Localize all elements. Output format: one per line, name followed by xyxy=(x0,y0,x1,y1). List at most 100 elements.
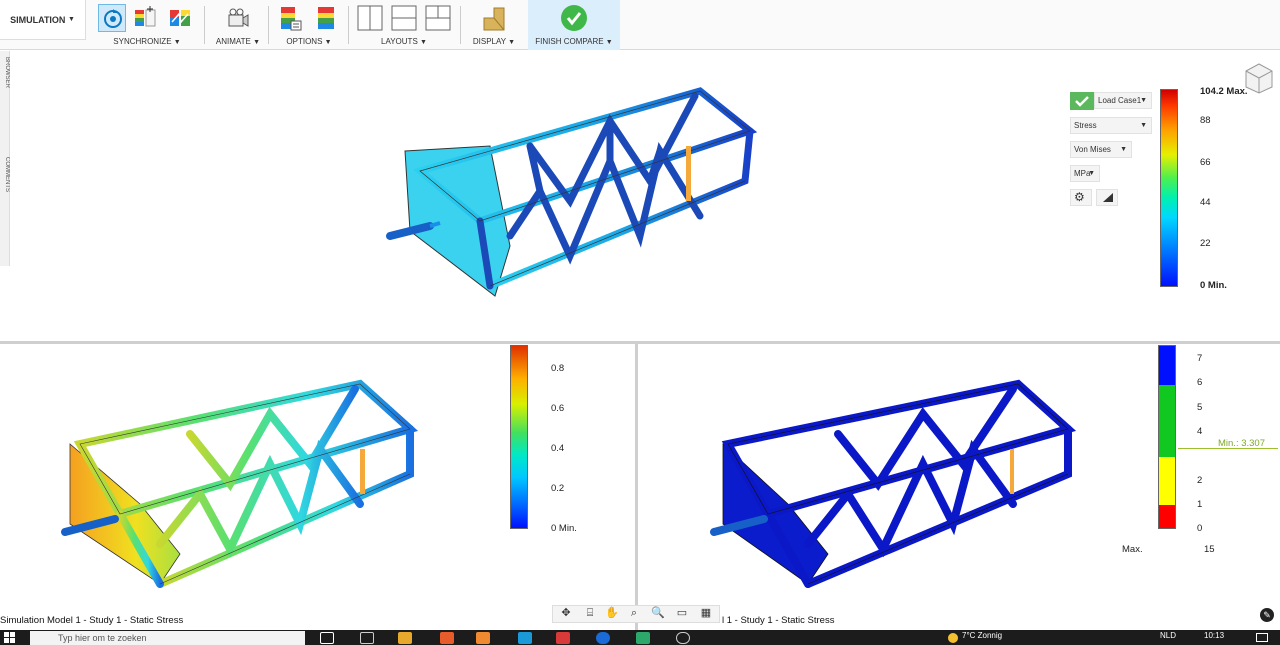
layout-three-icon xyxy=(425,5,451,31)
legend-band-red xyxy=(1158,505,1176,529)
display-settings-icon xyxy=(483,7,505,31)
synchronize-label: SYNCHRONIZE xyxy=(113,37,172,46)
animate-button[interactable] xyxy=(224,4,252,32)
legend-probe-button[interactable] xyxy=(1096,189,1118,206)
workspace-selector[interactable]: SIMULATION ▼ xyxy=(0,0,86,40)
chevron-down-icon: ▼ xyxy=(1120,146,1127,153)
legend-band-green xyxy=(1158,385,1176,457)
toolbar-separator xyxy=(268,6,269,44)
legend-tick: 66 xyxy=(1200,157,1211,168)
stress-legend-bar xyxy=(1160,89,1178,287)
browser-icon[interactable] xyxy=(596,632,610,644)
probe-icon xyxy=(1103,193,1113,202)
toolbar: SIMULATION ▼ SYNCHRONIZE ▼ ANIMATE ▼ OPT… xyxy=(0,0,1280,50)
right-viewport-caption: l 1 - Study 1 - Static Stress xyxy=(722,615,835,626)
notifications-icon[interactable] xyxy=(1256,633,1268,642)
firefox-icon[interactable] xyxy=(440,632,454,644)
search-icon[interactable] xyxy=(320,632,334,644)
color-bar-icon xyxy=(318,7,334,29)
legend-tick: 6 xyxy=(1197,377,1203,388)
display-button[interactable] xyxy=(480,4,508,32)
legend-band-blue xyxy=(1158,345,1176,385)
pdf-icon[interactable] xyxy=(556,632,570,644)
orbit-icon[interactable]: ✥ xyxy=(555,606,577,620)
fit-zoom-icon[interactable]: 🔍 xyxy=(647,606,669,620)
windows-start-icon[interactable] xyxy=(4,632,16,644)
options-label: OPTIONS xyxy=(286,37,323,46)
layout-vertical-icon xyxy=(357,5,383,31)
gear-icon: ⚙ xyxy=(1074,190,1085,204)
layout-horizontal-split-button[interactable] xyxy=(390,4,418,32)
stress-component-dropdown[interactable]: Von Mises ▼ xyxy=(1070,141,1132,158)
zoom-icon[interactable]: ⌕ xyxy=(623,606,645,620)
truss-model-bottom-right xyxy=(710,379,1077,588)
unit-dropdown[interactable]: MPa ▼ xyxy=(1070,165,1100,182)
legend-tick: 0 xyxy=(1197,523,1203,534)
options-colors-button[interactable] xyxy=(312,4,340,32)
viewport-top[interactable]: Load Case1 ▼ Stress ▼ Von Mises ▼ MPa ▼ ⚙ 10… xyxy=(10,51,1280,341)
legend-settings-button[interactable]: ⚙ xyxy=(1070,189,1092,206)
synchronize-legend-button[interactable] xyxy=(131,4,159,32)
legend-max-label: 104.2 Max. xyxy=(1200,86,1248,97)
fusion-app-icon[interactable] xyxy=(476,632,490,644)
language-indicator[interactable]: NLD xyxy=(1160,631,1176,640)
toolbar-separator xyxy=(204,6,205,44)
side-panel: BROWSER COMMENTS xyxy=(0,51,10,266)
drive-icon[interactable] xyxy=(636,632,650,644)
legend-tick: 44 xyxy=(1200,197,1211,208)
video-camera-icon xyxy=(228,8,249,27)
legend-tick: 0.6 xyxy=(551,403,565,414)
viewport-bottom-right[interactable]: 7 6 5 4 Min.: 3.307 2 1 0 Max. 15 l 1 - … xyxy=(638,344,1280,630)
legend-tick: 1 xyxy=(1197,499,1203,510)
finish-compare-label: FINISH COMPARE xyxy=(535,37,604,46)
app-icon[interactable] xyxy=(518,632,532,644)
chevron-down-icon: ▼ xyxy=(1140,122,1147,129)
legend-tick: 5 xyxy=(1197,402,1203,413)
layout-vertical-split-button[interactable] xyxy=(356,4,384,32)
weather-text[interactable]: 7°C Zonnig xyxy=(962,631,1002,640)
toolbar-separator xyxy=(460,6,461,44)
file-explorer-icon[interactable] xyxy=(398,632,412,644)
accept-load-case-button[interactable] xyxy=(1070,92,1094,110)
legend-tick: 22 xyxy=(1200,238,1211,249)
load-case-dropdown[interactable]: Load Case1 ▼ xyxy=(1094,92,1152,109)
legend-tick: 2 xyxy=(1197,475,1203,486)
synchronize-camera-button[interactable] xyxy=(98,4,126,32)
legend-tick: 0.2 xyxy=(551,483,565,494)
camera-sync-icon xyxy=(104,9,122,28)
grid-settings-icon[interactable]: ▦ xyxy=(695,606,717,620)
navigation-toolbar: ✥ ⌸ ✋ ⌕ 🔍 ▭ ▦ xyxy=(552,605,720,623)
display-group: DISPLAY ▼ xyxy=(464,0,524,50)
taskbar-search-input[interactable]: Typ hier om te zoeken xyxy=(30,631,305,645)
legend-max-value: 15 xyxy=(1204,544,1215,555)
legend-sync-icon xyxy=(135,6,156,27)
synchronize-results-button[interactable] xyxy=(166,4,194,32)
look-at-icon[interactable]: ⌸ xyxy=(579,606,601,620)
clock-time[interactable]: 10:13 xyxy=(1204,631,1224,640)
comments-tab[interactable]: COMMENTS xyxy=(0,157,10,192)
finish-compare-button[interactable]: FINISH COMPARE ▼ xyxy=(528,0,620,50)
layouts-group: LAYOUTS ▼ xyxy=(352,0,456,50)
legend-tick: 7 xyxy=(1197,353,1203,364)
display-settings-icon[interactable]: ▭ xyxy=(671,606,693,620)
info-icon[interactable]: ✎ xyxy=(1260,608,1274,622)
settings-icon[interactable] xyxy=(676,632,690,644)
legend-min-marker: Min.: 3.307 xyxy=(1218,438,1265,449)
workspace-label: SIMULATION xyxy=(10,14,66,25)
layout-horizontal-icon xyxy=(391,5,417,31)
browser-tab[interactable]: BROWSER xyxy=(0,57,10,88)
options-legend-button[interactable] xyxy=(276,4,304,32)
pan-hand-icon[interactable]: ✋ xyxy=(601,606,623,620)
layout-three-way-button[interactable] xyxy=(424,4,452,32)
viewport-bottom-left[interactable]: 0.8 0.6 0.4 0.2 0 Min. Simulation Model … xyxy=(0,344,635,630)
windows-taskbar: Typ hier om te zoeken 7°C Zonnig NLD 10:… xyxy=(0,630,1280,645)
legend-tick: 0.4 xyxy=(551,443,565,454)
toolbar-separator xyxy=(348,6,349,44)
weather-icon xyxy=(948,633,958,643)
task-view-icon[interactable] xyxy=(360,632,374,644)
synchronize-group: SYNCHRONIZE ▼ xyxy=(96,0,198,50)
result-type-dropdown[interactable]: Stress ▼ xyxy=(1070,117,1152,134)
animate-group: ANIMATE ▼ xyxy=(210,0,266,50)
checkmark-icon xyxy=(560,4,588,32)
chevron-down-icon: ▼ xyxy=(1088,170,1095,177)
